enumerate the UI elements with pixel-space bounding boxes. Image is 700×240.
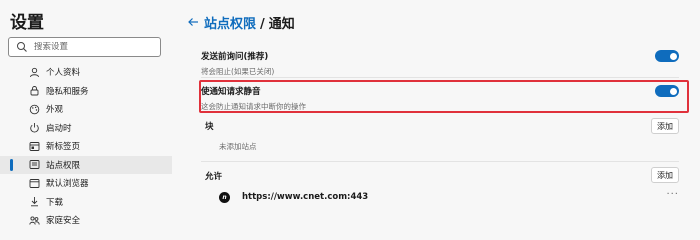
- breadcrumb-parent-link[interactable]: 站点权限: [204, 13, 256, 32]
- setting-ask-before-sending: 发送前询问(推荐) 将会阻止(如果已关闭): [201, 50, 679, 77]
- toggle-knob: [669, 52, 677, 60]
- sidebar-item-label: 默认浏览器: [46, 179, 89, 190]
- more-options-button[interactable]: ···: [666, 189, 679, 200]
- sidebar-item-privacy[interactable]: 隐私和服务: [0, 82, 172, 101]
- main-content: 站点权限 / 通知 发送前询问(推荐) 将会阻止(如果已关闭) 使通知请求静音 …: [172, 0, 700, 230]
- sidebar-item-label: 新标签页: [46, 142, 81, 153]
- profile-icon: [29, 67, 40, 78]
- breadcrumb: 站点权限 / 通知: [204, 13, 295, 32]
- new-tab-icon: [29, 141, 40, 152]
- sidebar-nav: 个人资料 隐私和服务 外观 启动时 新标签页 站点权限 默认浏览器 下载 家庭安…: [0, 63, 172, 230]
- site-url: https://www.cnet.com:443: [242, 192, 369, 202]
- sidebar-item-new-tab[interactable]: 新标签页: [0, 137, 172, 156]
- sidebar-item-label: 个人资料: [46, 68, 81, 79]
- sidebar-title: 设置: [10, 13, 44, 33]
- setting-title: 发送前询问(推荐): [201, 52, 269, 62]
- sidebar-item-family-safety[interactable]: 家庭安全: [0, 211, 172, 230]
- palette-icon: [29, 104, 40, 115]
- allowed-site-row: n https://www.cnet.com:443 ···: [219, 189, 679, 203]
- sidebar: 设置 个人资料 隐私和服务 外观: [0, 0, 172, 230]
- setting-title: 使通知请求静音: [201, 87, 261, 97]
- power-icon: [29, 122, 40, 133]
- quiet-requests-toggle[interactable]: [655, 85, 679, 97]
- site-permissions-icon: [29, 159, 40, 170]
- sidebar-item-label: 站点权限: [46, 160, 81, 171]
- sidebar-item-site-permissions[interactable]: 站点权限: [0, 155, 172, 174]
- family-icon: [29, 215, 40, 226]
- sidebar-item-profile[interactable]: 个人资料: [0, 63, 172, 82]
- sidebar-item-label: 下载: [46, 197, 64, 208]
- toggle-knob: [669, 87, 677, 95]
- allow-add-button[interactable]: 添加: [651, 167, 679, 183]
- divider: [201, 161, 679, 162]
- cnet-favicon-icon: n: [219, 191, 230, 203]
- sidebar-item-label: 家庭安全: [46, 216, 81, 227]
- setting-quiet-notification-requests: 使通知请求静音 这会防止通知请求中断你的操作: [201, 85, 679, 112]
- lock-icon: [29, 85, 40, 96]
- block-empty-text: 未添加站点: [219, 142, 257, 151]
- sidebar-item-label: 隐私和服务: [46, 86, 89, 97]
- sidebar-item-label: 外观: [46, 105, 64, 116]
- download-icon: [29, 196, 40, 207]
- sidebar-item-downloads[interactable]: 下载: [0, 193, 172, 212]
- divider: [201, 77, 679, 78]
- setting-description: 将会阻止(如果已关闭): [201, 67, 275, 76]
- ask-before-sending-toggle[interactable]: [655, 50, 679, 62]
- block-section-label: 块: [205, 122, 214, 132]
- sidebar-item-appearance[interactable]: 外观: [0, 100, 172, 119]
- breadcrumb-separator: /: [260, 17, 265, 32]
- page-title: 通知: [268, 17, 295, 32]
- search-icon: [16, 41, 28, 53]
- sidebar-item-label: 启动时: [46, 123, 72, 134]
- back-arrow-icon[interactable]: [186, 15, 200, 29]
- sidebar-item-default-browser[interactable]: 默认浏览器: [0, 174, 172, 193]
- search-box[interactable]: [8, 37, 161, 57]
- sidebar-item-startup[interactable]: 启动时: [0, 119, 172, 138]
- browser-icon: [29, 178, 40, 189]
- search-input[interactable]: [34, 42, 154, 52]
- block-add-button[interactable]: 添加: [651, 118, 679, 134]
- setting-description: 这会防止通知请求中断你的操作: [201, 102, 306, 111]
- allow-section-label: 允许: [205, 172, 223, 182]
